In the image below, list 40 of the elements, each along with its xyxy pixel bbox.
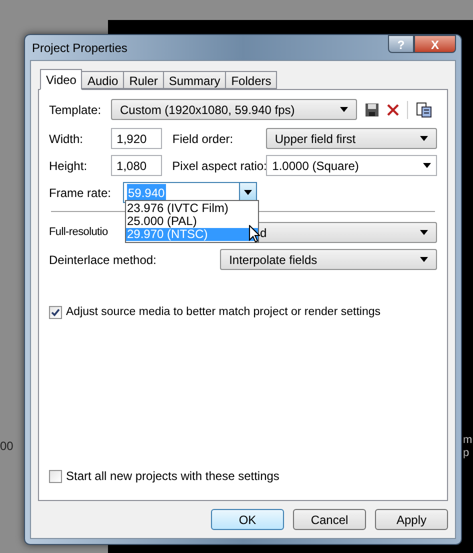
field-label: Width:	[49, 130, 84, 148]
caret-icon	[420, 136, 428, 141]
save-icon[interactable]	[365, 102, 379, 116]
checkbox-label: Start all new projects with these settings	[66, 468, 280, 485]
field-label: Deinterlace method:	[49, 252, 158, 268]
dialog-button[interactable]: OK	[211, 509, 284, 530]
caret-icon	[420, 230, 428, 235]
field-order-dropdown[interactable]: Upper field first	[266, 128, 437, 149]
checkbox[interactable]	[49, 306, 62, 320]
field-label: Height:	[49, 158, 88, 174]
field-label: Pixel aspect ratio:	[172, 158, 266, 174]
deinterlace-dropdown[interactable]: Interpolate fields	[220, 249, 437, 270]
timecode-text: 00	[0, 438, 14, 455]
dropdown-option[interactable]: 23.976 (IVTC Film)	[126, 202, 258, 215]
checkbox-label: Adjust source media to better match project or render settings	[66, 305, 380, 320]
width-field[interactable]: 1,920	[110, 128, 162, 149]
background-text: p	[463, 447, 470, 459]
field-label: Template:	[49, 102, 102, 118]
background-text: m	[463, 434, 472, 446]
dialog-button[interactable]: Apply	[375, 509, 448, 530]
pixel-aspect-dropdown[interactable]: 1.0000 (Square)	[266, 155, 437, 176]
tab[interactable]: Folders	[225, 71, 278, 89]
caret-icon	[420, 257, 428, 262]
checkbox[interactable]	[49, 470, 62, 482]
height-field[interactable]: 1,080	[110, 155, 162, 176]
caret-icon	[244, 190, 252, 195]
template-dropdown[interactable]: Custom (1920x1080, 59.940 fps)	[111, 99, 357, 120]
field-label: Frame rate:	[49, 184, 112, 202]
dialog-button[interactable]: Cancel	[293, 509, 366, 530]
delete-icon[interactable]	[387, 104, 399, 116]
window-title: Project Properties	[31, 40, 128, 56]
caret-icon	[423, 163, 431, 168]
tab[interactable]: Ruler	[123, 71, 164, 89]
caret-icon	[340, 107, 348, 112]
tab[interactable]: Summary	[162, 71, 226, 89]
field-label: Field order:	[172, 130, 234, 148]
properties-icon[interactable]	[416, 102, 432, 118]
tab[interactable]: Audio	[81, 71, 124, 89]
field-label: Full-resolutio	[49, 225, 108, 240]
tab[interactable]: Video	[40, 69, 82, 90]
